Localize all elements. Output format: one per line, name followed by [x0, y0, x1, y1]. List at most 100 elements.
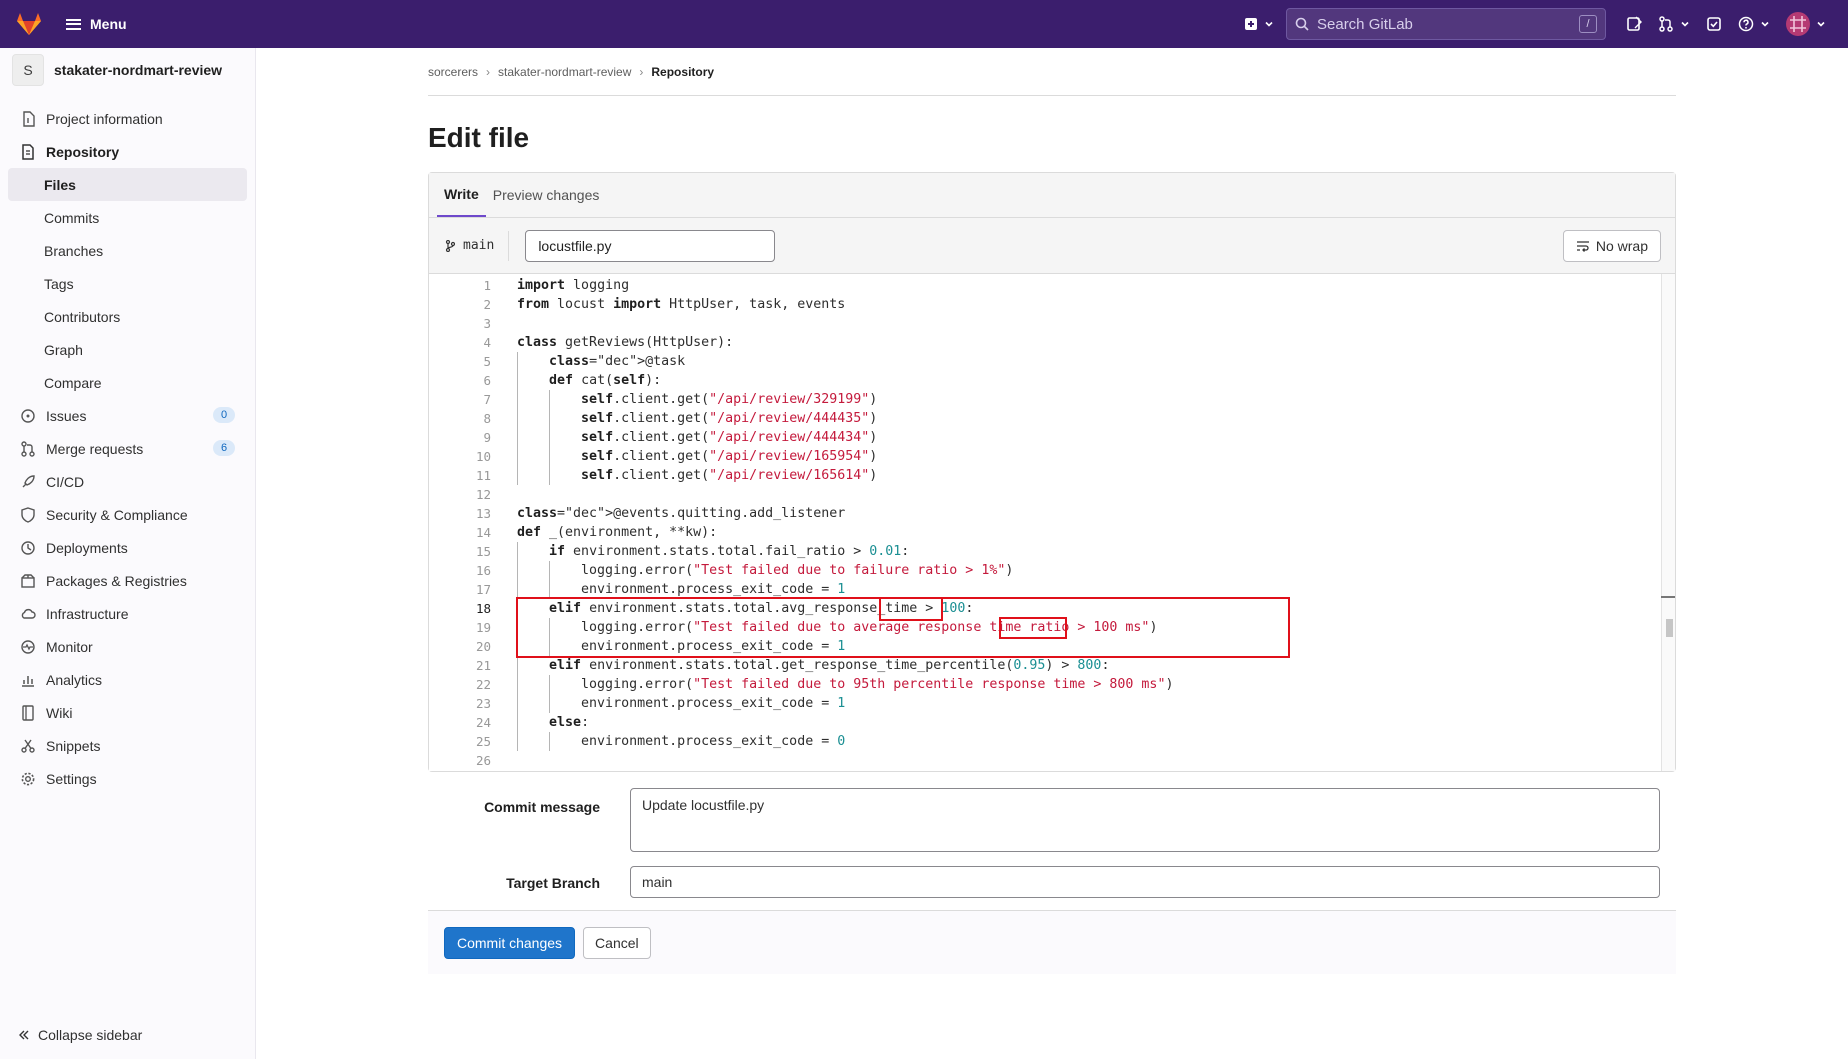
code-line[interactable]: 14 def _(environment, **kw): [429, 523, 1659, 542]
chevron-down-icon [1761, 21, 1769, 27]
sidebar-item-settings[interactable]: Settings [0, 762, 255, 795]
tab-write[interactable]: Write [437, 172, 486, 217]
code-line[interactable]: 24 else: [429, 713, 1659, 732]
line-number: 26 [475, 753, 491, 768]
sidebar-item-merge-requests[interactable]: Merge requests 6 [0, 432, 255, 465]
breadcrumb-item[interactable]: stakater-nordmart-review [498, 65, 631, 79]
sidebar-item-packages-registries[interactable]: Packages & Registries [0, 564, 255, 597]
code-line[interactable]: 25 environment.process_exit_code = 0 [429, 732, 1659, 751]
editor-scrollbar[interactable] [1661, 274, 1675, 771]
sidebar-item-label: Wiki [46, 704, 73, 721]
sidebar-item-compare[interactable]: Compare [0, 366, 255, 399]
sidebar-item-graph[interactable]: Graph [0, 333, 255, 366]
code-line[interactable]: 2 from locust import HttpUser, task, even… [429, 295, 1659, 314]
breadcrumb-separator-icon: › [639, 64, 644, 79]
code-line[interactable]: 13 class="dec">@events.quitting.add_liste… [429, 504, 1659, 523]
code-line[interactable]: 21 elif environment.stats.total.get_resp… [429, 656, 1659, 675]
merge-requests-count-badge: 6 [213, 440, 235, 456]
sidebar-item-label: Security & Compliance [46, 506, 188, 523]
sidebar-item-contributors[interactable]: Contributors [0, 300, 255, 333]
user-menu-dropdown[interactable] [1778, 0, 1834, 48]
file-name-input[interactable]: locustfile.py [525, 229, 776, 262]
collapse-sidebar-button[interactable]: Collapse sidebar [18, 1027, 142, 1043]
gitlab-logo-icon[interactable] [14, 11, 44, 37]
code-text: logging.error("Test failed due to failur… [517, 563, 1014, 578]
sidebar-item-branches[interactable]: Branches [0, 234, 255, 267]
help-dropdown[interactable] [1730, 0, 1778, 48]
sidebar-item-tags[interactable]: Tags [0, 267, 255, 300]
sidebar-item-repository[interactable]: Repository [0, 135, 255, 168]
new-item-dropdown[interactable] [1236, 0, 1282, 48]
sidebar-item-project-information[interactable]: Project information [0, 102, 255, 135]
menu-button[interactable]: Menu [66, 16, 127, 32]
code-line[interactable]: 5 class="dec">@task [429, 352, 1659, 371]
code-line[interactable]: 22 logging.error("Test failed due to 95t… [429, 675, 1659, 694]
todos-button[interactable] [1698, 0, 1730, 48]
sidebar-item-label: Deployments [46, 539, 128, 556]
sidebar-item-analytics[interactable]: Analytics [0, 663, 255, 696]
commit-message-label: Commit message [484, 799, 600, 815]
line-number: 9 [483, 430, 491, 445]
code-editor[interactable]: 1 import logging 2 from locust import HttpU… [429, 274, 1675, 771]
code-line[interactable]: 6 def cat(self): [429, 371, 1659, 390]
sidebar-item-cicd[interactable]: CI/CD [0, 465, 255, 498]
breadcrumb-item[interactable]: Repository [651, 65, 714, 79]
code-line[interactable]: 23 environment.process_exit_code = 1 [429, 694, 1659, 713]
line-number: 1 [483, 278, 491, 293]
sidebar-item-snippets[interactable]: Snippets [0, 729, 255, 762]
search-shortcut-hint: / [1579, 15, 1597, 33]
merge-request-icon [1659, 16, 1673, 32]
code-text: from locust import HttpUser, task, event… [517, 297, 846, 312]
sidebar-item-label: Merge requests [46, 440, 144, 457]
line-number: 20 [475, 639, 491, 654]
indent-guide [549, 732, 551, 751]
issues-shortcut[interactable] [1618, 0, 1650, 48]
sidebar-item-infrastructure[interactable]: Infrastructure [0, 597, 255, 630]
sidebar-item-files[interactable]: Files [8, 168, 247, 201]
code-line[interactable]: 16 logging.error("Test failed due to fai… [429, 561, 1659, 580]
sidebar-item-monitor[interactable]: Monitor [0, 630, 255, 663]
sidebar-nav: Project information Repository Files Com… [0, 102, 255, 795]
no-wrap-button[interactable]: No wrap [1562, 230, 1661, 262]
merge-requests-dropdown[interactable] [1650, 0, 1698, 48]
sidebar-item-commits[interactable]: Commits [0, 201, 255, 234]
code-line[interactable]: 12 [429, 485, 1659, 504]
search-input[interactable]: Search GitLab / [1286, 8, 1606, 40]
issues-icon [1627, 16, 1642, 31]
issues-count-badge: 0 [213, 407, 235, 423]
tab-preview-changes[interactable]: Preview changes [486, 172, 607, 217]
sidebar-item-label: Packages & Registries [46, 572, 187, 589]
line-number: 21 [475, 658, 491, 673]
code-line[interactable]: 26 [429, 751, 1659, 770]
chevron-down-icon [1817, 21, 1825, 27]
sidebar-item-deployments[interactable]: Deployments [0, 531, 255, 564]
code-line[interactable]: 1 import logging [429, 276, 1659, 295]
code-line[interactable]: 10 self.client.get("/api/review/165954") [429, 447, 1659, 466]
breadcrumb: sorcerers › stakater-nordmart-review › R… [428, 48, 1676, 96]
sidebar-item-label: Issues [46, 407, 87, 424]
commit-message-textarea[interactable]: Update locustfile.py [630, 788, 1660, 852]
sidebar-item-security-compliance[interactable]: Security & Compliance [0, 498, 255, 531]
line-number: 5 [483, 354, 491, 369]
code-line[interactable]: 8 self.client.get("/api/review/444435") [429, 409, 1659, 428]
sidebar-project-header[interactable]: S stakater-nordmart-review [0, 48, 255, 92]
line-number: 22 [475, 677, 491, 692]
code-line[interactable]: 11 self.client.get("/api/review/165614") [429, 466, 1659, 485]
code-line[interactable]: 9 self.client.get("/api/review/444434") [429, 428, 1659, 447]
target-branch-input[interactable]: main [630, 866, 1660, 898]
code-line[interactable]: 3 [429, 314, 1659, 333]
commit-changes-button[interactable]: Commit changes [444, 926, 576, 959]
code-text: logging.error("Test failed due to 95th p… [517, 677, 1174, 692]
code-line[interactable]: 15 if environment.stats.total.fail_ratio… [429, 542, 1659, 561]
breadcrumb-item[interactable]: sorcerers [428, 65, 478, 79]
code-line[interactable]: 7 self.client.get("/api/review/329199") [429, 390, 1659, 409]
chevron-down-icon [1265, 21, 1273, 27]
sidebar-item-issues[interactable]: Issues 0 [0, 399, 255, 432]
commit-form: Commit message Update locustfile.py Targ… [428, 788, 1676, 914]
sidebar-item-wiki[interactable]: Wiki [0, 696, 255, 729]
indent-guide [549, 675, 551, 713]
shield-icon [20, 506, 36, 523]
code-line[interactable]: 4 class getReviews(HttpUser): [429, 333, 1659, 352]
cancel-button[interactable]: Cancel [583, 926, 651, 959]
scrollbar-thumb[interactable] [1666, 619, 1673, 637]
